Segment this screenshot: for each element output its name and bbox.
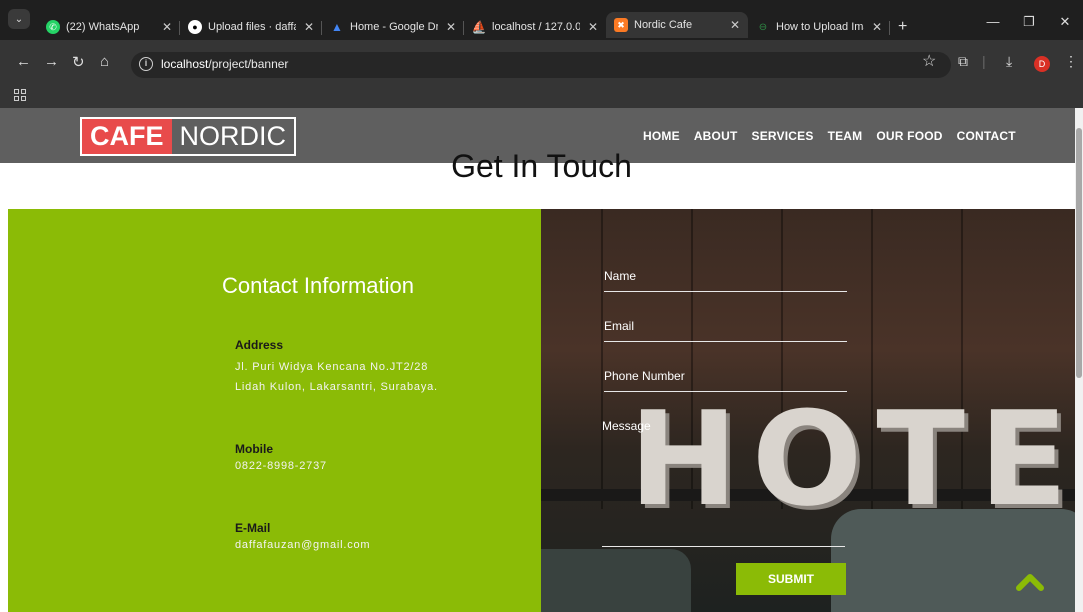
- browser-toolbar: ← → ↻ ⌂ i localhost/project/banner ☆ ⧉ |…: [0, 40, 1083, 84]
- chevron-down-icon: ⌄: [14, 13, 24, 25]
- section-title: Get In Touch: [451, 148, 632, 184]
- email-label: E-Mail: [235, 521, 271, 535]
- tab-strip: ⌄ ✆ (22) WhatsApp ✕ ● Upload files · daf…: [0, 0, 1083, 38]
- contact-info-title: Contact Information: [222, 273, 414, 298]
- whatsapp-icon: ✆: [46, 20, 60, 34]
- tab-title: Upload files · daffafau: [208, 21, 296, 33]
- tab-title: localhost / 127.0.0.1 /: [492, 21, 580, 33]
- tab-title: How to Upload Imag: [776, 21, 864, 33]
- sofa-image: [831, 509, 1075, 612]
- nav-contact[interactable]: CONTACT: [957, 129, 1016, 143]
- close-window-button[interactable]: ✕: [1047, 14, 1083, 30]
- bookmark-star-icon[interactable]: ☆: [922, 51, 936, 71]
- tab-title: Nordic Cafe: [634, 19, 693, 31]
- address-label: Address: [235, 338, 284, 352]
- url-text[interactable]: localhost/project/banner: [161, 57, 288, 71]
- drive-icon: ▲: [331, 20, 343, 34]
- tab-title: Home - Google Drive: [350, 21, 438, 33]
- menu-kebab-icon[interactable]: ⋮: [1064, 53, 1078, 70]
- tab-nordic-cafe[interactable]: ✖ Nordic Cafe ✕: [606, 12, 748, 38]
- close-icon[interactable]: ✕: [730, 18, 740, 32]
- mobile-value: 0822-8998-2737: [235, 460, 327, 472]
- contact-form-panel: H O T E Name Email Phone Number Message …: [541, 209, 1075, 612]
- main-nav: HOME ABOUT SERVICES TEAM OUR FOOD CONTAC…: [643, 129, 1016, 143]
- nav-our-food[interactable]: OUR FOOD: [876, 129, 942, 143]
- close-icon[interactable]: ✕: [162, 20, 172, 34]
- mobile-block: Mobile 0822-8998-2737: [235, 442, 327, 476]
- address-bar[interactable]: i localhost/project/banner: [131, 52, 951, 78]
- page-viewport: CAFE NORDIC HOME ABOUT SERVICES TEAM OUR…: [0, 108, 1075, 612]
- minimize-button[interactable]: —: [975, 14, 1011, 30]
- email-value: daffafauzan@gmail.com: [235, 539, 371, 551]
- email-input[interactable]: Email: [604, 319, 847, 342]
- nav-about[interactable]: ABOUT: [694, 129, 738, 143]
- mobile-label: Mobile: [235, 442, 273, 456]
- phpmyadmin-icon: ⛵: [471, 20, 487, 34]
- reload-button[interactable]: ↻: [72, 53, 85, 71]
- tab-list: ✆ (22) WhatsApp ✕ ● Upload files · daffa…: [38, 12, 915, 40]
- home-button[interactable]: ⌂: [100, 53, 109, 70]
- nav-home[interactable]: HOME: [643, 129, 680, 143]
- github-icon: ●: [188, 20, 202, 34]
- extensions-icon[interactable]: ⧉: [958, 53, 968, 70]
- tab-github[interactable]: ● Upload files · daffafau ✕: [180, 16, 322, 38]
- address-block: Address Jl. Puri Widya Kencana No.JT2/28…: [235, 338, 438, 397]
- bookmarks-bar: [0, 84, 1083, 108]
- tab-title: (22) WhatsApp: [66, 21, 140, 33]
- restore-button[interactable]: ❐: [1011, 14, 1047, 30]
- scrollbar-thumb[interactable]: [1076, 128, 1082, 378]
- download-icon[interactable]: ⤓: [1006, 53, 1012, 70]
- tab-search-button[interactable]: ⌄: [8, 9, 30, 29]
- nav-team[interactable]: TEAM: [828, 129, 863, 143]
- address-value: Jl. Puri Widya Kencana No.JT2/28 Lidah K…: [235, 361, 438, 393]
- tab-phpmyadmin[interactable]: ⛵ localhost / 127.0.0.1 / ✕: [464, 16, 606, 38]
- nav-services[interactable]: SERVICES: [751, 129, 813, 143]
- chevron-up-icon[interactable]: [1015, 569, 1045, 593]
- contact-info-panel: Contact Information Address Jl. Puri Wid…: [8, 209, 541, 612]
- apps-grid-icon[interactable]: [14, 89, 28, 103]
- geeks-icon: ⊖: [758, 21, 768, 33]
- tab-upload-image[interactable]: ⊖ How to Upload Imag ✕: [748, 16, 890, 38]
- phone-input[interactable]: Phone Number: [604, 369, 847, 392]
- email-block: E-Mail daffafauzan@gmail.com: [235, 521, 370, 555]
- page-scrollbar[interactable]: [1075, 108, 1083, 612]
- avatar[interactable]: D: [1034, 56, 1050, 72]
- forward-button[interactable]: →: [44, 53, 59, 70]
- message-textarea[interactable]: Message: [602, 419, 845, 547]
- submit-button[interactable]: SUBMIT: [736, 563, 846, 595]
- close-icon[interactable]: ✕: [446, 20, 456, 34]
- name-input[interactable]: Name: [604, 269, 847, 292]
- site-info-icon[interactable]: i: [139, 57, 153, 71]
- close-icon[interactable]: ✕: [304, 20, 314, 34]
- new-tab-button[interactable]: +: [890, 16, 915, 40]
- close-icon[interactable]: ✕: [588, 20, 598, 34]
- back-button[interactable]: ←: [16, 53, 31, 70]
- sofa-image: [541, 549, 691, 612]
- contact-section: Contact Information Address Jl. Puri Wid…: [0, 209, 1075, 612]
- window-controls: — ❐ ✕: [975, 14, 1083, 30]
- close-icon[interactable]: ✕: [872, 20, 882, 34]
- tab-whatsapp[interactable]: ✆ (22) WhatsApp ✕: [38, 16, 180, 38]
- tab-google-drive[interactable]: ▲ Home - Google Drive ✕: [322, 16, 464, 38]
- browser-window: ⌄ ✆ (22) WhatsApp ✕ ● Upload files · daf…: [0, 0, 1083, 612]
- xampp-icon: ✖: [614, 18, 628, 32]
